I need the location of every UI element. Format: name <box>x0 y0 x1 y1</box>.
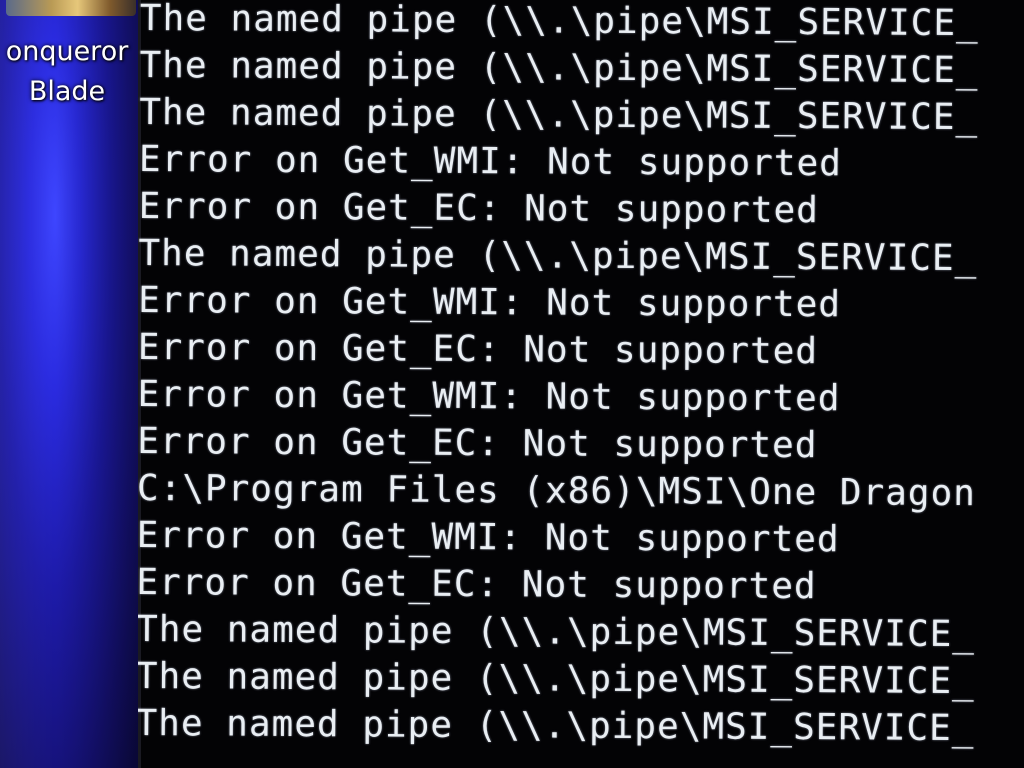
console-line: Error on Get_EC: Not supported <box>138 420 818 467</box>
console-line: Error on Get_EC: Not supported <box>138 326 819 373</box>
console-line: Error on Get_WMI: Not supported <box>138 138 842 185</box>
console-output: The named pipe (\\.\pipe\MSI_SERVICE_ Th… <box>138 0 979 752</box>
console-line: C:\Program Files (x86)\MSI\One Dragon <box>138 467 977 515</box>
desktop-background: onqueror Blade <box>0 0 138 768</box>
console-line: The named pipe (\\.\pipe\MSI_SERVICE_ <box>138 608 976 656</box>
console-line: Error on Get_WMI: Not supported <box>138 514 840 561</box>
conqueror-blade-shortcut[interactable]: onqueror Blade <box>0 0 138 120</box>
console-line: The named pipe (\\.\pipe\MSI_SERVICE_ <box>139 91 979 139</box>
game-icon <box>6 0 136 16</box>
screen: onqueror Blade The named pipe (\\.\pipe\… <box>0 0 1024 768</box>
console-line: Error on Get_WMI: Not supported <box>138 279 842 326</box>
console-line: The named pipe (\\.\pipe\MSI_SERVICE_ <box>139 0 979 45</box>
console-line: The named pipe (\\.\pipe\MSI_SERVICE_ <box>138 655 975 703</box>
console-line: The named pipe (\\.\pipe\MSI_SERVICE_ <box>138 232 978 280</box>
console-line: Error on Get_EC: Not supported <box>138 561 817 608</box>
console-line: The named pipe (\\.\pipe\MSI_SERVICE_ <box>138 702 975 750</box>
console-line: Error on Get_EC: Not supported <box>138 185 820 232</box>
console-line: The named pipe (\\.\pipe\MSI_SERVICE_ <box>139 44 979 92</box>
console-line: Error on Get_WMI: Not supported <box>138 373 841 420</box>
desktop-icon-label: onqueror Blade <box>5 36 129 107</box>
console-window[interactable]: The named pipe (\\.\pipe\MSI_SERVICE_ Th… <box>138 0 1024 768</box>
